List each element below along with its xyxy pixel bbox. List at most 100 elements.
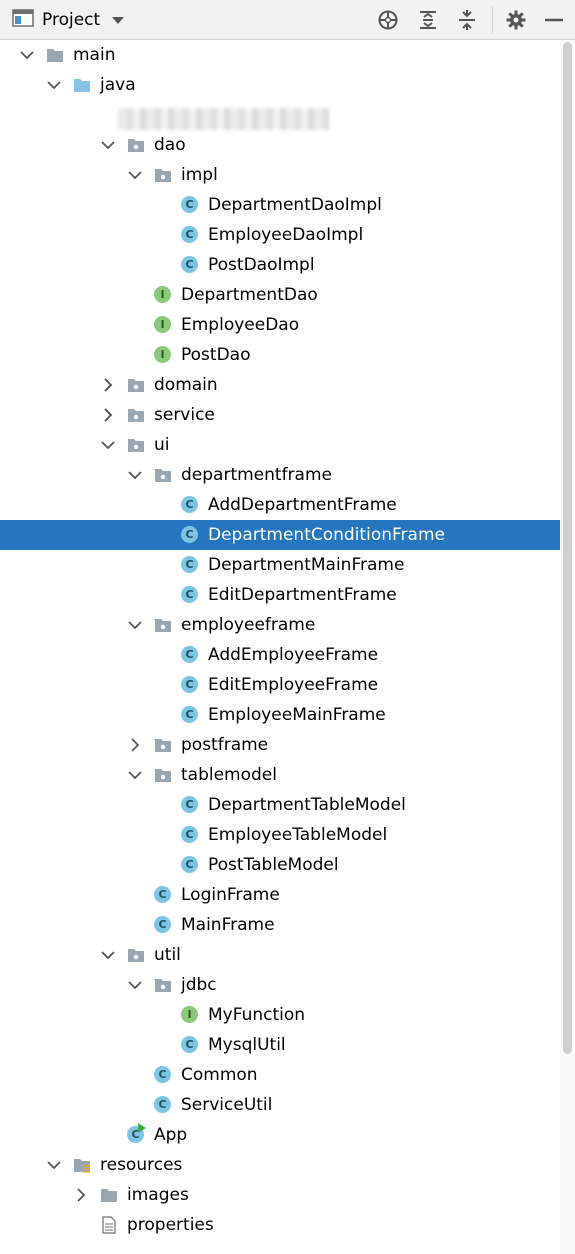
package-icon <box>127 436 145 454</box>
tree-node-department-main-frame[interactable]: C DepartmentMainFrame <box>0 550 560 580</box>
tree-node-label: jdbc <box>181 975 217 995</box>
class-icon: C <box>154 916 172 934</box>
tree-node-edit-department-frame[interactable]: C EditDepartmentFrame <box>0 580 560 610</box>
tree-node-label: departmentframe <box>181 465 332 485</box>
tree-node-tablemodel[interactable]: tablemodel <box>0 760 560 790</box>
tree-node-app[interactable]: C App <box>0 1120 560 1150</box>
tree-node-department-dao-impl[interactable]: C DepartmentDaoImpl <box>0 190 560 220</box>
tree-node-edit-employee-frame[interactable]: C EditEmployeeFrame <box>0 670 560 700</box>
class-icon: C <box>181 706 199 724</box>
tree-node-label: MysqlUtil <box>208 1035 286 1055</box>
hide-panel-icon[interactable] <box>542 8 566 32</box>
chevron-down-icon[interactable] <box>46 77 62 93</box>
dropdown-caret-icon[interactable] <box>112 16 125 24</box>
chevron-right-icon[interactable] <box>73 1187 89 1203</box>
tree-node-label: AddDepartmentFrame <box>208 495 397 515</box>
package-icon <box>127 406 145 424</box>
tree-node-postframe[interactable]: postframe <box>0 730 560 760</box>
properties-file-icon <box>100 1216 118 1234</box>
chevron-down-icon[interactable] <box>46 1157 62 1173</box>
tree-node-label: EditEmployeeFrame <box>208 675 379 695</box>
tree-node-department-dao[interactable]: I DepartmentDao <box>0 280 560 310</box>
tree-node-main[interactable]: main <box>0 40 560 70</box>
tree-node-images[interactable]: images <box>0 1180 560 1210</box>
toolbar-divider <box>492 7 493 33</box>
tree-node-label: ServiceUtil <box>181 1095 273 1115</box>
tree-node-employee-dao-impl[interactable]: C EmployeeDaoImpl <box>0 220 560 250</box>
tree-node-dao[interactable]: dao <box>0 130 560 160</box>
scrollbar-thumb[interactable] <box>563 42 572 1054</box>
class-icon: C <box>181 526 199 544</box>
chevron-down-icon[interactable] <box>100 437 116 453</box>
chevron-down-icon[interactable] <box>19 47 35 63</box>
tree-node-employee-main-frame[interactable]: C EmployeeMainFrame <box>0 700 560 730</box>
chevron-down-icon[interactable] <box>127 167 143 183</box>
tree-node-employeeframe[interactable]: employeeframe <box>0 610 560 640</box>
tree-node-post-dao-impl[interactable]: C PostDaoImpl <box>0 250 560 280</box>
tree-node-add-employee-frame[interactable]: C AddEmployeeFrame <box>0 640 560 670</box>
tree-node-label: Common <box>181 1065 258 1085</box>
tree-node-login-frame[interactable]: C LoginFrame <box>0 880 560 910</box>
project-view-title: Project <box>42 10 101 30</box>
tree-node-service-util[interactable]: C ServiceUtil <box>0 1090 560 1120</box>
package-icon <box>154 166 172 184</box>
tree-node-label: domain <box>154 375 218 395</box>
tree-node-label: DepartmentMainFrame <box>208 555 405 575</box>
tree-node-departmentframe[interactable]: departmentframe <box>0 460 560 490</box>
chevron-right-icon[interactable] <box>100 377 116 393</box>
tree-node-department-table-model[interactable]: C DepartmentTableModel <box>0 790 560 820</box>
tree-node-label: EditDepartmentFrame <box>208 585 397 605</box>
interface-icon: I <box>181 1006 199 1024</box>
tree-node-my-function[interactable]: I MyFunction <box>0 1000 560 1030</box>
tree-node-jdbc[interactable]: jdbc <box>0 970 560 1000</box>
runnable-class-icon: C <box>127 1123 146 1144</box>
tree-node-common[interactable]: C Common <box>0 1060 560 1090</box>
chevron-right-icon[interactable] <box>100 407 116 423</box>
tree-node-java[interactable]: java <box>0 70 560 100</box>
class-icon: C <box>154 1096 172 1114</box>
tree-node-label: postframe <box>181 735 269 755</box>
tree-node-department-condition-frame[interactable]: C DepartmentConditionFrame <box>0 520 575 550</box>
package-icon <box>154 766 172 784</box>
chevron-down-icon[interactable] <box>127 617 143 633</box>
tree-node-post-table-model[interactable]: C PostTableModel <box>0 850 560 880</box>
chevron-down-icon[interactable] <box>100 947 116 963</box>
tree-node-service[interactable]: service <box>0 400 560 430</box>
resources-folder-icon <box>73 1156 91 1174</box>
settings-gear-icon[interactable] <box>504 8 528 32</box>
tree-node-label: properties <box>127 1215 214 1235</box>
tree-node-employee-table-model[interactable]: C EmployeeTableModel <box>0 820 560 850</box>
tree-node-ui[interactable]: ui <box>0 430 560 460</box>
package-icon <box>127 136 145 154</box>
chevron-down-icon[interactable] <box>127 767 143 783</box>
tree-node-employee-dao[interactable]: I EmployeeDao <box>0 310 560 340</box>
class-icon: C <box>181 826 199 844</box>
chevron-down-icon[interactable] <box>127 977 143 993</box>
chevron-down-icon[interactable] <box>127 467 143 483</box>
interface-icon: I <box>154 286 172 304</box>
tree-node-util[interactable]: util <box>0 940 560 970</box>
class-icon: C <box>154 1066 172 1084</box>
package-icon <box>127 376 145 394</box>
tree-node-post-dao[interactable]: I PostDao <box>0 340 560 370</box>
chevron-right-icon[interactable] <box>127 737 143 753</box>
tree-node-label: DepartmentDao <box>181 285 318 305</box>
tree-node-add-department-frame[interactable]: C AddDepartmentFrame <box>0 490 560 520</box>
expand-all-icon[interactable] <box>416 8 440 32</box>
tree-node-domain[interactable]: domain <box>0 370 560 400</box>
locate-icon[interactable] <box>376 8 400 32</box>
class-icon: C <box>181 556 199 574</box>
project-view-selector[interactable]: Project <box>12 9 125 31</box>
tree-node-label: ui <box>154 435 170 455</box>
package-icon <box>154 976 172 994</box>
class-icon: C <box>181 856 199 874</box>
collapse-all-icon[interactable] <box>455 8 479 32</box>
tree-node-label: LoginFrame <box>181 885 280 905</box>
chevron-down-icon[interactable] <box>100 137 116 153</box>
tree-node-mysql-util[interactable]: C MysqlUtil <box>0 1030 560 1060</box>
tree-node-impl[interactable]: impl <box>0 160 560 190</box>
tree-node-properties[interactable]: properties <box>0 1210 560 1240</box>
tree-node-resources[interactable]: resources <box>0 1150 560 1180</box>
tree-node-main-frame[interactable]: C MainFrame <box>0 910 560 940</box>
tree-node-label: impl <box>181 165 218 185</box>
